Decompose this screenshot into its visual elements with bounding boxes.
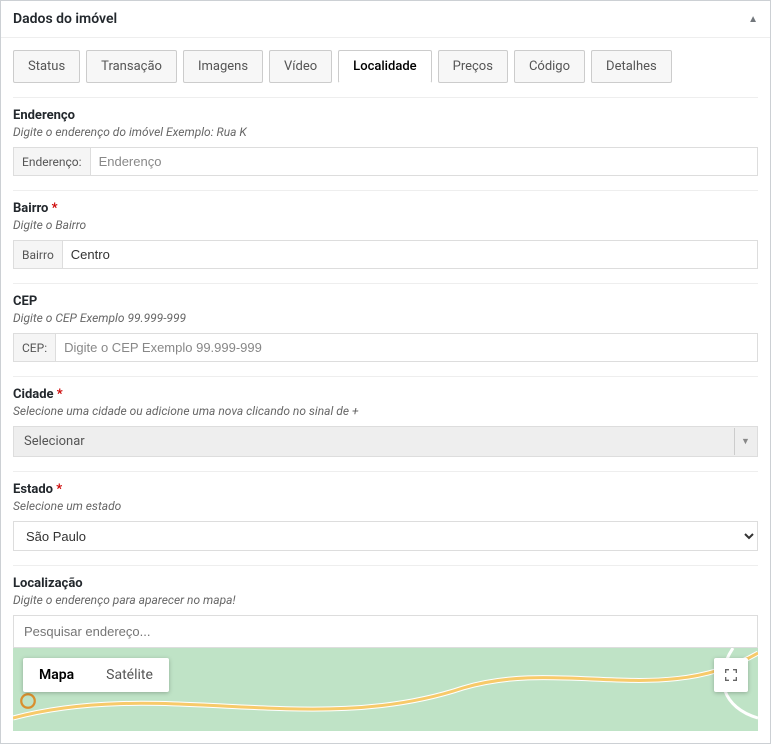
cep-input[interactable] <box>55 333 758 362</box>
tab-codigo[interactable]: Código <box>514 50 585 83</box>
estado-select[interactable]: São Paulo <box>13 521 758 551</box>
field-cidade: Cidade * Selecione uma cidade ou adicion… <box>13 377 758 472</box>
tab-detalhes[interactable]: Detalhes <box>591 50 672 83</box>
estado-label: Estado * <box>13 482 758 497</box>
endereco-input[interactable] <box>90 147 758 176</box>
field-estado: Estado * Selecione um estado São Paulo <box>13 472 758 566</box>
panel-body: Status Transação Imagens Vídeo Localidad… <box>1 38 770 743</box>
fullscreen-button[interactable] <box>714 658 748 692</box>
cidade-label: Cidade * <box>13 387 758 402</box>
bairro-input[interactable] <box>62 240 758 269</box>
cep-hint: Digite o CEP Exemplo 99.999-999 <box>13 311 758 325</box>
field-cep: CEP Digite o CEP Exemplo 99.999-999 CEP: <box>13 284 758 377</box>
map-type-map[interactable]: Mapa <box>23 658 90 692</box>
field-endereco: Enderenço Digite o enderenço do imóvel E… <box>13 97 758 191</box>
tab-transacao[interactable]: Transação <box>86 50 177 83</box>
chevron-down-icon: ▼ <box>734 428 756 455</box>
bairro-hint: Digite o Bairro <box>13 218 758 232</box>
collapse-icon: ▲ <box>748 14 758 25</box>
fullscreen-icon <box>723 667 739 683</box>
tab-localidade[interactable]: Localidade <box>338 50 431 83</box>
panel-header[interactable]: Dados do imóvel ▲ <box>1 1 770 38</box>
map-type-switch: Mapa Satélite <box>23 658 169 692</box>
cidade-hint: Selecione uma cidade ou adicione uma nov… <box>13 404 758 418</box>
cidade-select[interactable]: Selecionar ▼ <box>13 426 758 457</box>
required-mark: * <box>56 482 62 497</box>
panel-title: Dados do imóvel <box>13 11 117 27</box>
cep-label: CEP <box>13 294 758 309</box>
map-type-satellite[interactable]: Satélite <box>90 658 169 692</box>
localizacao-label: Localização <box>13 576 758 591</box>
tab-imagens[interactable]: Imagens <box>183 50 263 83</box>
localizacao-hint: Digite o enderenço para aparecer no mapa… <box>13 593 758 607</box>
tab-video[interactable]: Vídeo <box>269 50 332 83</box>
required-mark: * <box>57 387 63 402</box>
field-bairro: Bairro * Digite o Bairro Bairro <box>13 191 758 284</box>
endereco-label: Enderenço <box>13 108 758 123</box>
bairro-label: Bairro * <box>13 201 758 216</box>
tab-precos[interactable]: Preços <box>438 50 508 83</box>
field-localizacao: Localização Digite o enderenço para apar… <box>13 566 758 731</box>
tab-status[interactable]: Status <box>13 50 80 83</box>
map-marker-icon <box>19 692 37 710</box>
endereco-prefix: Enderenço: <box>13 147 90 176</box>
bairro-prefix: Bairro <box>13 240 62 269</box>
property-data-panel: Dados do imóvel ▲ Status Transação Image… <box>0 0 771 744</box>
cidade-select-text: Selecionar <box>24 434 85 449</box>
tabs: Status Transação Imagens Vídeo Localidad… <box>13 50 758 83</box>
estado-hint: Selecione um estado <box>13 499 758 513</box>
required-mark: * <box>52 201 58 216</box>
map[interactable]: Mapa Satélite <box>13 648 758 731</box>
endereco-hint: Digite o enderenço do imóvel Exemplo: Ru… <box>13 125 758 139</box>
map-search-input[interactable] <box>13 615 758 648</box>
cep-prefix: CEP: <box>13 333 55 362</box>
